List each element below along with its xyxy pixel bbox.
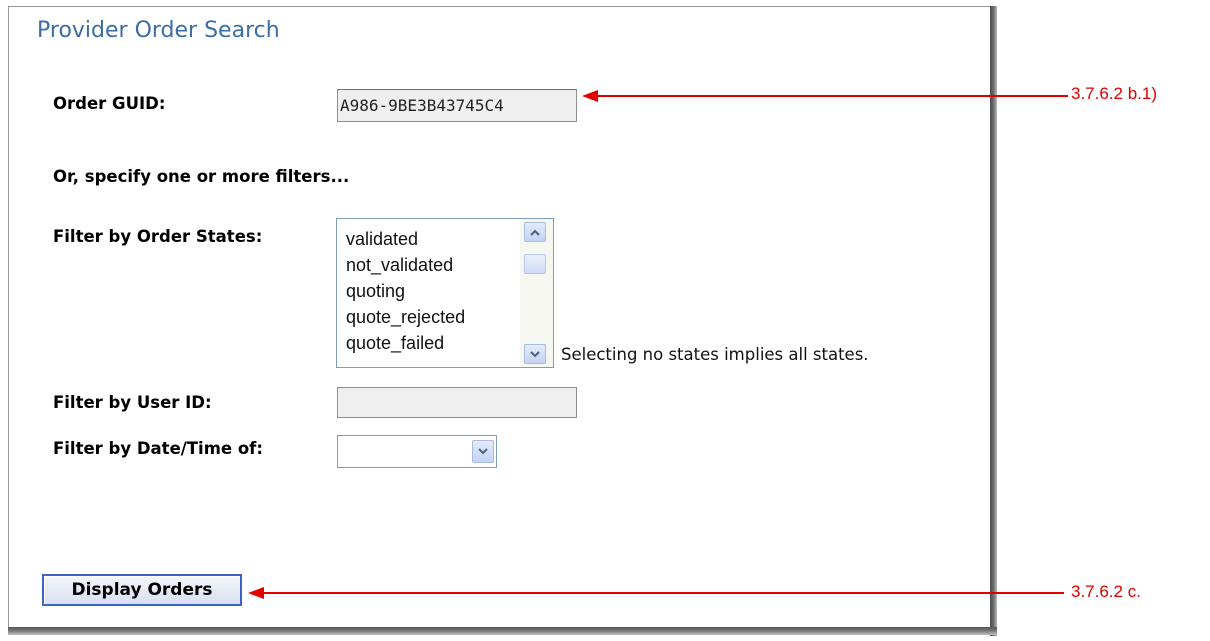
filters-intro: Or, specify one or more filters...: [53, 167, 350, 186]
order-states-list: validated not_validated quoting quote_re…: [346, 226, 465, 356]
user-id-label: Filter by User ID:: [53, 393, 212, 412]
button-annotation-label: 3.7.6.2 c.: [1071, 582, 1141, 601]
datetime-select[interactable]: [337, 435, 497, 468]
arrow-guid-annotation: [582, 90, 1068, 102]
scroll-thumb[interactable]: [524, 254, 546, 274]
guid-annotation-label: 3.7.6.2 b.1): [1071, 84, 1158, 103]
display-orders-button[interactable]: Display Orders: [42, 574, 242, 606]
order-states-hint: Selecting no states implies all states.: [561, 345, 869, 364]
order-state-option[interactable]: quote_failed: [346, 330, 465, 356]
user-id-input[interactable]: [337, 387, 577, 418]
order-state-option[interactable]: validated: [346, 226, 465, 252]
scroll-down-button[interactable]: [524, 344, 546, 364]
scroll-up-button[interactable]: [524, 222, 546, 242]
order-guid-value: A986-9BE3B43745C4: [340, 96, 504, 115]
order-state-option[interactable]: quoting: [346, 278, 465, 304]
chevron-down-icon: [478, 448, 488, 455]
order-guid-input[interactable]: A986-9BE3B43745C4: [337, 89, 577, 122]
datetime-label: Filter by Date/Time of:: [53, 439, 263, 458]
chevron-up-icon: [530, 229, 540, 236]
arrow-button-annotation: [248, 587, 1064, 599]
order-state-option[interactable]: not_validated: [346, 252, 465, 278]
chevron-down-icon: [530, 350, 540, 357]
order-state-option[interactable]: quote_rejected: [346, 304, 465, 330]
order-states-scrollbar[interactable]: [520, 219, 553, 367]
datetime-dropdown-button[interactable]: [472, 440, 494, 463]
panel-shadow-bottom: [8, 627, 997, 635]
order-guid-label: Order GUID:: [53, 94, 166, 113]
page-title: Provider Order Search: [37, 18, 280, 43]
order-states-label: Filter by Order States:: [53, 227, 263, 246]
order-states-listbox[interactable]: validated not_validated quoting quote_re…: [336, 218, 554, 368]
